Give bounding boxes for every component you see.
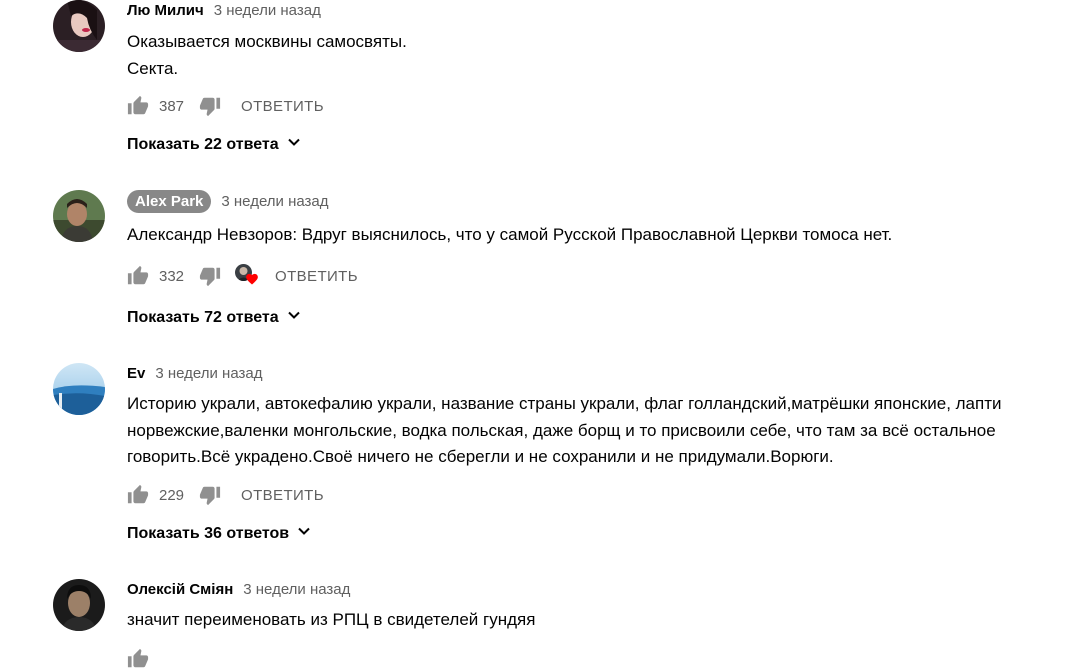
comment-timestamp[interactable]: 3 недели назад — [214, 2, 321, 19]
comment-timestamp[interactable]: 3 недели назад — [155, 365, 262, 382]
show-replies-label: Показать 72 ответа — [127, 308, 279, 326]
show-replies-label: Показать 36 ответов — [127, 524, 290, 542]
avatar[interactable] — [53, 579, 105, 631]
reply-button[interactable]: ОТВЕТИТЬ — [241, 98, 324, 115]
comment-author-badge[interactable]: Alex Park — [127, 190, 212, 213]
creator-heart-badge — [235, 264, 259, 288]
comment-text: Александр Невзоров: Вдруг выяснилось, чт… — [127, 225, 893, 244]
dislike-icon[interactable] — [199, 265, 221, 287]
show-replies-label: Показать 22 ответа — [127, 135, 279, 153]
avatar[interactable] — [53, 363, 105, 415]
heart-icon — [245, 272, 259, 290]
comment-text: Историю украли, автокефалию украли, назв… — [127, 394, 1002, 466]
comment-author[interactable]: Олексій Сміян — [127, 581, 233, 598]
like-icon[interactable] — [127, 265, 149, 287]
like-icon[interactable] — [127, 648, 149, 670]
like-icon[interactable] — [127, 95, 149, 117]
avatar[interactable] — [53, 0, 105, 52]
like-count: 387 — [159, 97, 185, 115]
dislike-icon[interactable] — [199, 95, 221, 117]
show-replies-button[interactable]: Показать 72 ответа — [127, 308, 301, 327]
chevron-down-icon — [297, 524, 311, 543]
comment-text: Оказывается москвины самосвяты. Секта. — [127, 32, 407, 78]
comment-author[interactable]: Лю Милич — [127, 2, 204, 19]
like-count: 332 — [159, 267, 185, 285]
show-replies-button[interactable]: Показать 22 ответа — [127, 135, 301, 154]
dislike-icon[interactable] — [199, 484, 221, 506]
avatar[interactable] — [53, 190, 105, 242]
show-replies-button[interactable]: Показать 36 ответов — [127, 524, 311, 543]
reply-button[interactable]: ОТВЕТИТЬ — [275, 268, 358, 285]
reply-button[interactable]: ОТВЕТИТЬ — [241, 487, 324, 504]
comment-timestamp[interactable]: 3 недели назад — [221, 193, 328, 210]
chevron-down-icon — [287, 135, 301, 154]
comment-timestamp[interactable]: 3 недели назад — [243, 581, 350, 598]
comment-author[interactable]: Ev — [127, 365, 145, 382]
comment-text: значит переименовать из РПЦ в свидетелей… — [127, 610, 536, 629]
like-count: 229 — [159, 486, 185, 504]
like-icon[interactable] — [127, 484, 149, 506]
chevron-down-icon — [287, 308, 301, 327]
